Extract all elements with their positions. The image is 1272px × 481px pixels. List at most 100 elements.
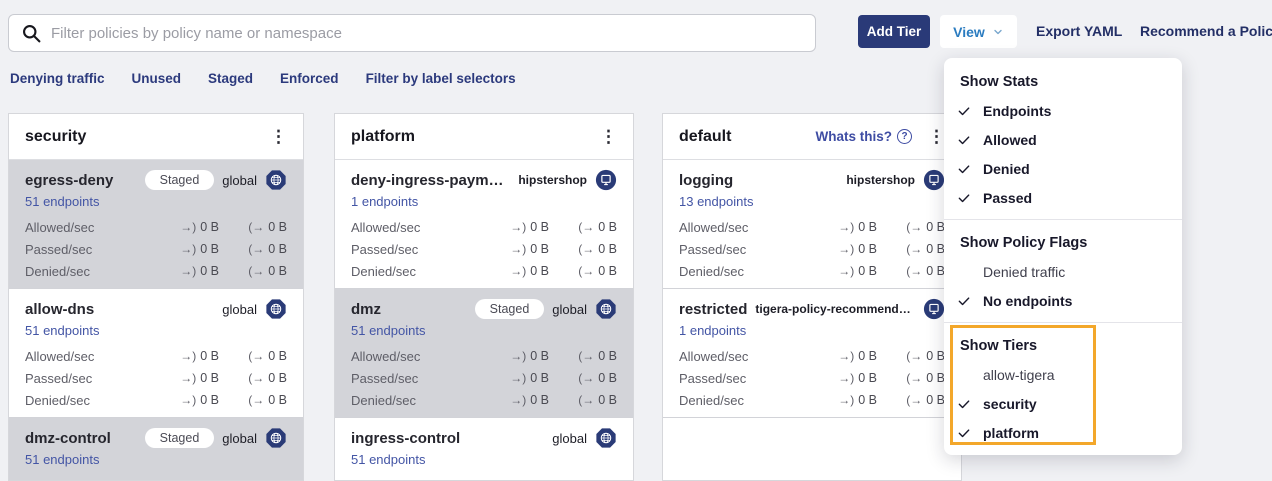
menu-item-platform[interactable]: platform (944, 418, 1182, 447)
namespace-icon (595, 169, 617, 191)
filter-label-selectors[interactable]: Filter by label selectors (366, 71, 516, 86)
ingress-icon (838, 394, 854, 406)
whats-this-link[interactable]: Whats this? ? (816, 129, 913, 144)
stat-label: Passed/sec (351, 242, 493, 257)
stat-in-value: 0 B (858, 393, 877, 407)
policy-card-dmz[interactable]: dmz Staged global 51 endpoints Allowed/s… (335, 289, 633, 418)
policy-name[interactable]: dmz (351, 301, 467, 318)
stat-in-value: 0 B (530, 393, 549, 407)
global-scope-icon (265, 169, 287, 191)
help-circle-icon: ? (897, 129, 912, 144)
endpoints-link[interactable]: 51 endpoints (25, 194, 287, 212)
policy-card-deny-ingress-paymentservice[interactable]: deny-ingress-paymentservi... hipstershop… (335, 160, 633, 289)
stat-in-value: 0 B (530, 349, 549, 363)
ingress-icon (510, 265, 526, 277)
stat-out-value: 0 B (598, 220, 617, 234)
filter-unused[interactable]: Unused (132, 71, 182, 86)
stat-in-value: 0 B (530, 220, 549, 234)
export-yaml-link[interactable]: Export YAML (1036, 23, 1122, 39)
endpoints-link[interactable]: 51 endpoints (351, 323, 617, 341)
ingress-icon (510, 372, 526, 384)
stat-out-value: 0 B (598, 264, 617, 278)
menu-item-denied-traffic[interactable]: Denied traffic (944, 257, 1182, 286)
recommend-policy-link[interactable]: Recommend a Policy (1140, 23, 1272, 39)
staged-badge: Staged (145, 170, 215, 190)
namespace-icon (923, 169, 945, 191)
policy-card-dmz-control[interactable]: dmz-control Staged global 51 endpoints (9, 418, 303, 481)
stat-row: Denied/sec 0 B 0 B (679, 389, 945, 411)
kebab-menu-icon[interactable]: ⋮ (264, 128, 293, 145)
stat-row: Passed/sec 0 B 0 B (25, 367, 287, 389)
policy-scope: global (552, 431, 587, 446)
filter-staged[interactable]: Staged (208, 71, 253, 86)
policy-name[interactable]: deny-ingress-paymentservi... (351, 172, 510, 189)
stat-row: Passed/sec 0 B 0 B (351, 367, 617, 389)
egress-icon (248, 394, 264, 406)
endpoints-link[interactable]: 1 endpoints (679, 323, 945, 341)
stat-row: Allowed/sec 0 B 0 B (679, 345, 945, 367)
ingress-icon (180, 394, 196, 406)
stat-out-value: 0 B (598, 371, 617, 385)
policy-name[interactable]: egress-deny (25, 172, 137, 189)
global-scope-icon (265, 427, 287, 449)
ingress-icon (838, 243, 854, 255)
global-scope-icon (595, 298, 617, 320)
stat-out-value: 0 B (926, 220, 945, 234)
menu-item-no-endpoints[interactable]: No endpoints (944, 286, 1182, 315)
endpoints-link[interactable]: 51 endpoints (351, 452, 617, 470)
egress-icon (578, 243, 594, 255)
search-input[interactable] (51, 25, 803, 42)
menu-item-denied[interactable]: Denied (944, 154, 1182, 183)
menu-item-passed[interactable]: Passed (944, 183, 1182, 212)
stat-label: Allowed/sec (351, 220, 493, 235)
endpoints-link[interactable]: 51 endpoints (25, 452, 287, 470)
tier-column-security: security ⋮ egress-deny Staged global 51 … (8, 113, 304, 481)
policy-name[interactable]: logging (679, 172, 838, 189)
menu-item-allowed[interactable]: Allowed (944, 125, 1182, 154)
check-icon (957, 397, 983, 411)
egress-icon (248, 350, 264, 362)
menu-divider (944, 322, 1182, 323)
policy-card-ingress-control[interactable]: ingress-control global 51 endpoints (335, 418, 633, 481)
view-button[interactable]: View (940, 15, 1017, 48)
stat-row: Denied/sec 0 B 0 B (25, 260, 287, 282)
stat-in-value: 0 B (200, 264, 219, 278)
egress-icon (906, 394, 922, 406)
policy-name[interactable]: dmz-control (25, 430, 137, 447)
stat-out-value: 0 B (268, 220, 287, 234)
policy-name[interactable]: allow-dns (25, 301, 214, 318)
kebab-menu-icon[interactable]: ⋮ (594, 128, 623, 145)
stat-in-value: 0 B (200, 393, 219, 407)
policy-search-bar[interactable] (8, 14, 816, 52)
ingress-icon (180, 372, 196, 384)
stat-out-value: 0 B (598, 393, 617, 407)
egress-icon (906, 350, 922, 362)
stat-in-value: 0 B (530, 264, 549, 278)
menu-item-endpoints[interactable]: Endpoints (944, 96, 1182, 125)
stat-label: Passed/sec (25, 242, 163, 257)
check-icon (957, 133, 983, 147)
stat-row: Denied/sec 0 B 0 B (25, 389, 287, 411)
stat-out-value: 0 B (926, 349, 945, 363)
filter-enforced[interactable]: Enforced (280, 71, 339, 86)
policy-name[interactable]: restricted (679, 301, 747, 318)
stat-label: Denied/sec (351, 393, 493, 408)
menu-item-allow-tigera[interactable]: allow-tigera (944, 360, 1182, 389)
policy-card-allow-dns[interactable]: allow-dns global 51 endpoints Allowed/se… (9, 289, 303, 418)
stat-row: Allowed/sec 0 B 0 B (351, 216, 617, 238)
endpoints-link[interactable]: 51 endpoints (25, 323, 287, 341)
menu-item-security[interactable]: security (944, 389, 1182, 418)
policy-card-logging[interactable]: logging hipstershop 13 endpoints Allowed… (663, 160, 961, 289)
add-tier-button[interactable]: Add Tier (858, 15, 930, 48)
policy-card-egress-deny[interactable]: egress-deny Staged global 51 endpoints A… (9, 160, 303, 289)
stat-label: Passed/sec (679, 371, 821, 386)
tier-header: default Whats this? ? ⋮ (663, 114, 961, 160)
endpoints-link[interactable]: 13 endpoints (679, 194, 945, 212)
policy-card-restricted[interactable]: restricted tigera-policy-recommendation … (663, 289, 961, 418)
view-dropdown-menu: Show Stats Endpoints Allowed Denied Pass… (944, 58, 1182, 455)
filter-denying-traffic[interactable]: Denying traffic (10, 71, 105, 86)
policy-name[interactable]: ingress-control (351, 430, 544, 447)
stat-row: Allowed/sec 0 B 0 B (25, 345, 287, 367)
endpoints-link[interactable]: 1 endpoints (351, 194, 617, 212)
ingress-icon (180, 350, 196, 362)
